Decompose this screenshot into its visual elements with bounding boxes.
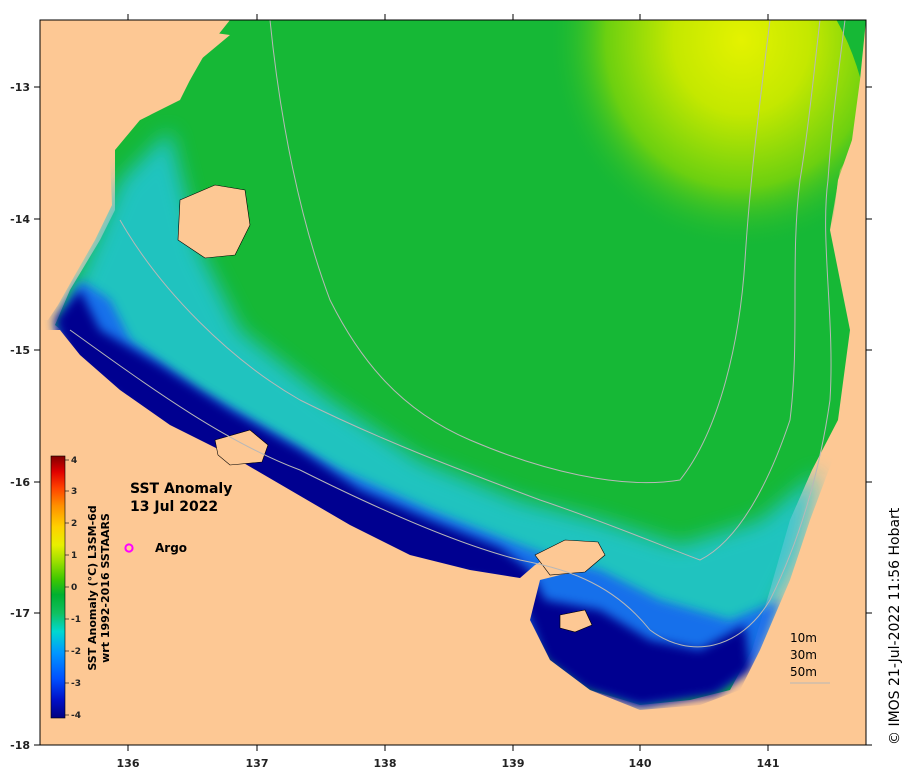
sst-anomaly-map: 136 137 138 139 140 141 -13 -14 -15 -16 …	[10, 14, 903, 770]
map-title: SST Anomaly	[130, 481, 232, 497]
lat-tick-15: -15	[10, 344, 30, 357]
colorbar-title-line2: wrt 1992-2016 SSTAARS	[99, 513, 112, 663]
colorbar-scale	[50, 455, 66, 719]
colorbar-tick-neg2: -2	[71, 647, 81, 657]
lat-tick-14: -14	[10, 213, 30, 226]
colorbar-tick-neg1: -1	[71, 615, 81, 625]
colorbar-tick-1: 1	[71, 551, 77, 561]
lon-tick-137: 137	[246, 757, 269, 770]
lon-tick-136: 136	[117, 757, 140, 770]
argo-label: Argo	[155, 541, 187, 555]
depth-label-50m: 50m	[790, 665, 817, 679]
credit-text: © IMOS 21-Jul-2022 11:56 Hobart	[887, 507, 903, 745]
colorbar-tick-2: 2	[71, 519, 77, 529]
depth-label-10m: 10m	[790, 631, 817, 645]
colorbar-title-line1: SST Anomaly (°C) L3SM-6d	[86, 505, 99, 670]
lon-tick-141: 141	[757, 757, 780, 770]
lat-tick-17: -17	[10, 607, 30, 620]
lon-tick-139: 139	[502, 757, 525, 770]
colorbar-tick-4: 4	[71, 456, 77, 466]
colorbar-tick-3: 3	[71, 487, 77, 497]
lat-tick-16: -16	[10, 476, 30, 489]
lat-tick-18: -18	[10, 739, 30, 752]
island-west	[177, 184, 251, 259]
map-date: 13 Jul 2022	[130, 499, 218, 515]
lon-tick-138: 138	[374, 757, 397, 770]
depth-label-30m: 30m	[790, 648, 817, 662]
lon-tick-140: 140	[629, 757, 652, 770]
lat-tick-13: -13	[10, 81, 30, 94]
colorbar-tick-0: 0	[71, 583, 77, 593]
colorbar-tick-neg4: -4	[71, 711, 81, 721]
sea-surface	[40, 20, 866, 745]
colorbar-tick-neg3: -3	[71, 679, 81, 689]
